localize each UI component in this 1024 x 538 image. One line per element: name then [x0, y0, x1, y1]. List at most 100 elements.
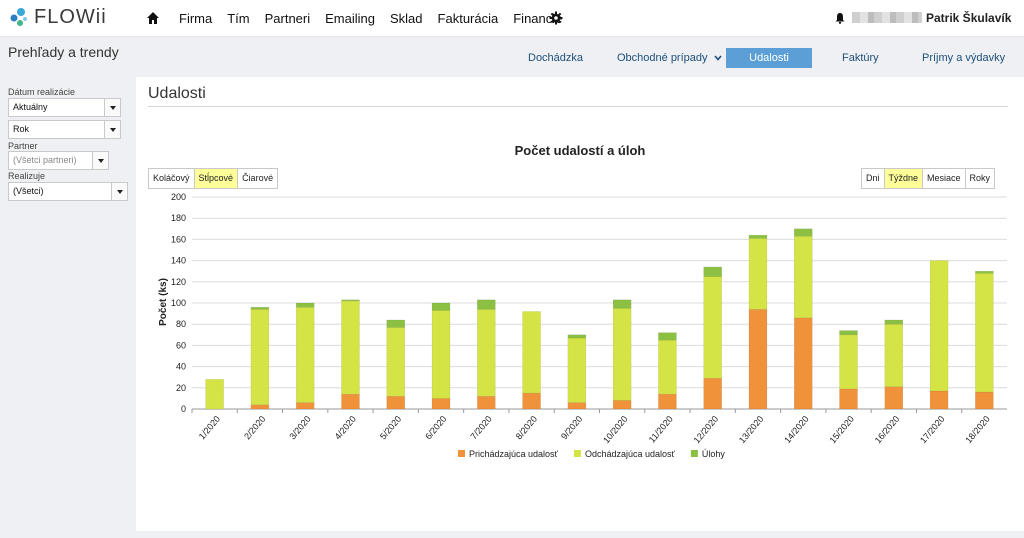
legend-swatch: [573, 450, 581, 457]
bar-segment[interactable]: [884, 386, 904, 410]
x-tick-label: 14/2020: [782, 414, 811, 445]
bar-segment[interactable]: [975, 391, 994, 410]
bar-segment[interactable]: [794, 228, 813, 237]
y-axis-label: Počet (ks): [158, 278, 169, 326]
x-tick-label: 17/2020: [918, 414, 947, 445]
y-tick-label: 80: [176, 319, 186, 329]
legend-label[interactable]: Prichádzajúca udalosť: [469, 449, 559, 459]
filter-sidebar: Dátum realizácie Aktuálny Rok Partner (V…: [0, 77, 136, 538]
bar-segment[interactable]: [794, 235, 813, 319]
bar-segment[interactable]: [295, 402, 315, 410]
nav-item-firma[interactable]: Firma: [179, 11, 212, 26]
user-name[interactable]: Patrik Škulavík: [926, 11, 1011, 25]
bar-segment[interactable]: [703, 266, 722, 277]
gear-icon[interactable]: [549, 11, 563, 25]
bar-segment[interactable]: [431, 310, 451, 399]
period-select[interactable]: Rok: [8, 120, 121, 139]
caret-down-icon[interactable]: [104, 121, 120, 138]
legend-label[interactable]: Úlohy: [702, 449, 726, 459]
tab-obchodne-pripady[interactable]: Obchodné prípady: [617, 48, 722, 68]
legend-label[interactable]: Odchádzajúca udalosť: [585, 449, 676, 459]
tab-faktury[interactable]: Faktúry: [842, 48, 879, 68]
bar-segment[interactable]: [975, 273, 994, 393]
bar-segment[interactable]: [748, 234, 768, 239]
bar-segment[interactable]: [929, 390, 949, 410]
bar-segment[interactable]: [567, 402, 587, 410]
x-tick-label: 10/2020: [601, 414, 630, 445]
partner-select-placeholder: (Všetci partneri): [13, 155, 77, 165]
bar-segment[interactable]: [431, 302, 451, 311]
bar-segment[interactable]: [341, 300, 360, 395]
x-tick-label: 15/2020: [827, 414, 856, 445]
caret-down-icon[interactable]: [104, 99, 120, 116]
x-tick-label: 13/2020: [737, 414, 766, 445]
tab-udalosti[interactable]: Udalosti: [726, 48, 812, 68]
bar-segment[interactable]: [975, 270, 994, 274]
nav-item-emailing[interactable]: Emailing: [325, 11, 375, 26]
bell-icon[interactable]: [834, 12, 846, 24]
caret-down-icon[interactable]: [111, 183, 127, 200]
bar-segment[interactable]: [658, 339, 677, 395]
bar-segment[interactable]: [703, 378, 722, 410]
x-tick-label: 16/2020: [873, 414, 902, 445]
date-select[interactable]: Aktuálny: [8, 98, 121, 117]
bar-segment[interactable]: [431, 398, 451, 410]
bar-segment[interactable]: [748, 309, 768, 410]
nav-item-sklad[interactable]: Sklad: [390, 11, 423, 26]
bar-segment[interactable]: [567, 337, 587, 403]
bar-segment[interactable]: [658, 393, 677, 410]
bar-segment[interactable]: [386, 319, 405, 328]
bar-segment[interactable]: [658, 332, 677, 341]
y-tick-label: 100: [171, 298, 186, 308]
home-icon[interactable]: [146, 11, 160, 25]
bar-segment[interactable]: [703, 276, 722, 379]
bar-segment[interactable]: [612, 400, 632, 410]
bar-segment[interactable]: [567, 334, 587, 339]
bar-segment[interactable]: [748, 238, 768, 310]
bar-segment[interactable]: [794, 317, 813, 410]
tab-dochadzka[interactable]: Dochádzka: [528, 48, 583, 68]
bar-segment[interactable]: [612, 299, 632, 309]
bar-segment[interactable]: [522, 392, 541, 410]
bar-segment[interactable]: [295, 306, 315, 403]
bar-segment[interactable]: [884, 319, 904, 325]
x-tick-label: 2/2020: [242, 414, 267, 442]
y-tick-label: 160: [171, 234, 186, 244]
bar-segment[interactable]: [477, 309, 496, 397]
report-tabs: Dochádzka Obchodné prípady Udalosti Fakt…: [0, 48, 1024, 68]
x-tick-label: 6/2020: [423, 414, 448, 442]
top-bar: FLOWii Firma Tím Partneri Emailing Sklad…: [0, 0, 1024, 37]
bar-segment[interactable]: [612, 308, 632, 401]
bar-segment[interactable]: [250, 309, 270, 406]
bar-segment[interactable]: [341, 299, 360, 302]
caret-down-icon[interactable]: [92, 152, 108, 169]
x-tick-label: 7/2020: [468, 414, 493, 442]
bar-segment[interactable]: [839, 330, 858, 336]
bar-segment[interactable]: [839, 388, 858, 410]
bar-segment[interactable]: [477, 396, 496, 410]
bar-segment[interactable]: [929, 260, 949, 392]
bar-segment[interactable]: [386, 396, 405, 410]
nav-item-tim[interactable]: Tím: [227, 11, 249, 26]
realizuje-select[interactable]: (Všetci): [8, 182, 128, 201]
nav-item-fakturacia[interactable]: Fakturácia: [438, 11, 499, 26]
bar-segment[interactable]: [839, 334, 858, 390]
logo[interactable]: FLOWii: [8, 6, 107, 29]
bar-segment[interactable]: [341, 393, 360, 410]
bar-segment[interactable]: [884, 323, 904, 387]
logo-icon: [10, 7, 27, 26]
partner-select[interactable]: (Všetci partneri): [8, 151, 109, 170]
bar-segment[interactable]: [205, 379, 224, 410]
bar-segment[interactable]: [386, 327, 405, 397]
bar-segment[interactable]: [250, 404, 270, 410]
tab-prijmy-vydavky[interactable]: Príjmy a výdavky: [922, 48, 1005, 68]
bar-segment[interactable]: [522, 311, 541, 394]
nav-item-partneri[interactable]: Partneri: [265, 11, 311, 26]
blurred-avatar: [852, 12, 922, 23]
sub-bar: Prehľady a trendy Dochádzka Obchodné prí…: [0, 37, 1024, 77]
y-tick-label: 180: [171, 213, 186, 223]
bar-segment[interactable]: [250, 306, 270, 310]
bar-segment[interactable]: [295, 302, 315, 308]
bar-segment[interactable]: [477, 299, 496, 310]
realizuje-select-value: (Všetci): [13, 186, 44, 196]
